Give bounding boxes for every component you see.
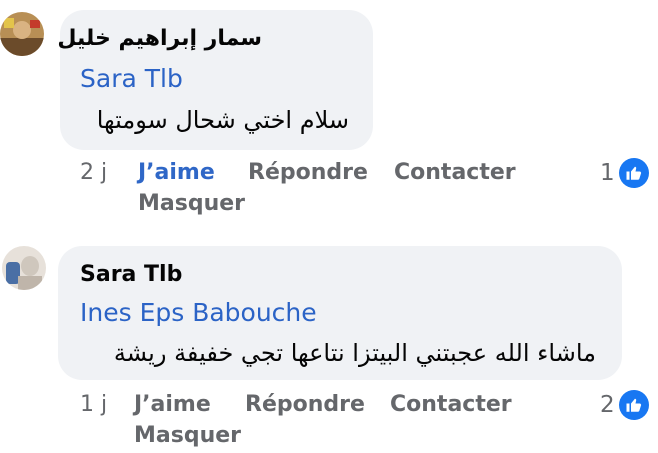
comment-text: ماشاء الله عجبتني البيتزا نتاعها تجي خفي… xyxy=(113,339,596,367)
reaction-summary[interactable]: 2 xyxy=(600,390,649,420)
hide-button[interactable]: Masquer xyxy=(134,423,241,448)
reply-button[interactable]: Répondre xyxy=(245,392,365,417)
reaction-count: 2 xyxy=(600,392,615,418)
reply-button[interactable]: Répondre xyxy=(248,160,368,185)
comment-timestamp[interactable]: 2 j xyxy=(80,160,107,185)
comment-timestamp[interactable]: 1 j xyxy=(80,392,107,417)
avatar[interactable] xyxy=(0,12,44,56)
comment-author[interactable]: Sara Tlb xyxy=(80,262,182,287)
like-button[interactable]: J’aime xyxy=(138,160,215,185)
like-button[interactable]: J’aime xyxy=(134,392,211,417)
reaction-summary[interactable]: 1 xyxy=(600,158,649,188)
contact-button[interactable]: Contacter xyxy=(390,392,512,417)
contact-button[interactable]: Contacter xyxy=(394,160,516,185)
avatar[interactable] xyxy=(2,246,46,290)
comment-text: سلام اختي شحال سومتها xyxy=(96,106,349,134)
like-thumb-icon xyxy=(618,158,649,188)
reaction-count: 1 xyxy=(600,160,615,186)
comment-author[interactable]: سمار إبراهيم خليل xyxy=(57,26,262,51)
mention-link[interactable]: Sara Tlb xyxy=(80,64,183,93)
hide-button[interactable]: Masquer xyxy=(138,191,245,216)
like-thumb-icon xyxy=(618,390,649,420)
mention-link[interactable]: Ines Eps Babouche xyxy=(80,298,317,327)
